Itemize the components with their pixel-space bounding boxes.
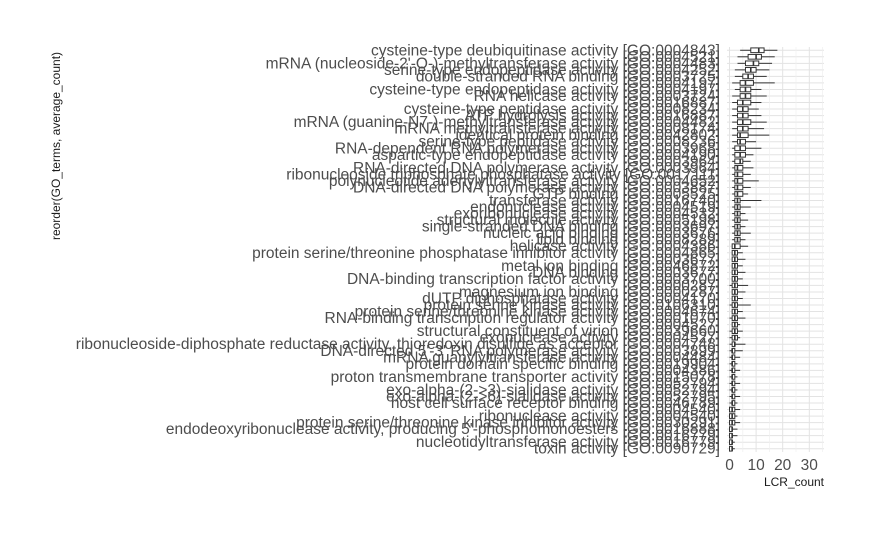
- box-plot-item: [731, 289, 746, 295]
- y-axis-title: reorder(GO_terms, average_count): [49, 52, 63, 240]
- box-iqr: [734, 191, 744, 197]
- box-plot-item: [732, 191, 749, 197]
- lcr-count-boxplot: cysteine-type deubiquitinase activity [G…: [49, 42, 825, 489]
- x-axis-tick-label: 20: [774, 457, 792, 474]
- box-plot-item: [729, 393, 741, 400]
- box-plot-item: [732, 204, 751, 210]
- box-iqr: [731, 243, 741, 250]
- box-plot-item: [731, 262, 743, 269]
- box-plot-item: [731, 256, 746, 263]
- box-iqr: [734, 184, 744, 191]
- box-iqr: [736, 138, 746, 145]
- box-plot-item: [729, 282, 749, 289]
- y-axis-tick-label: toxin activity [GO:0090729]: [534, 441, 720, 458]
- box-plot-item: [740, 47, 778, 54]
- box-plot-item: [732, 184, 751, 191]
- box-plot-item: [732, 223, 746, 230]
- box-plot-item: [732, 145, 762, 152]
- box-plot-item: [732, 171, 751, 178]
- box-plot-item: [729, 400, 738, 406]
- box-plot-item: [734, 67, 770, 73]
- box-plot-item: [729, 347, 743, 354]
- box-plot-item: [731, 308, 743, 315]
- box-iqr: [736, 99, 752, 106]
- box-iqr: [734, 171, 744, 178]
- box-plot-item: [731, 243, 749, 250]
- box-plot-item: [732, 217, 749, 223]
- box-iqr: [734, 164, 744, 171]
- x-axis-tick-labels: 0 10 20 30: [725, 457, 818, 474]
- box-plot-item: [731, 269, 746, 276]
- box-plot-item: [732, 106, 759, 112]
- box-iqr: [736, 132, 749, 139]
- box-plot-item: [731, 321, 741, 328]
- box-plot-item: [729, 426, 738, 432]
- box-plot-item: [732, 178, 759, 184]
- box-plot-item: [731, 249, 743, 256]
- box-plot-item: [732, 197, 762, 204]
- box-plot-item: [732, 119, 767, 125]
- box-iqr: [734, 178, 744, 184]
- box-plot-item: [729, 439, 735, 446]
- box-plot-item: [732, 99, 762, 106]
- box-plot-item: [732, 112, 762, 119]
- box-plot-item: [731, 295, 743, 302]
- box-iqr: [734, 158, 744, 165]
- boxplot-series: [729, 47, 778, 452]
- box-plot-item: [729, 413, 738, 419]
- box-plot-item: [732, 125, 765, 132]
- box-iqr: [744, 60, 760, 67]
- box-plot-item: [729, 387, 738, 393]
- box-plot-item: [732, 80, 775, 86]
- box-plot-item: [732, 158, 751, 165]
- box-plot-item: [729, 432, 738, 439]
- box-iqr: [739, 80, 754, 86]
- box-plot-item: [734, 73, 767, 80]
- box-plot-item: [729, 374, 738, 380]
- x-axis-tick-label: 0: [725, 457, 734, 474]
- box-plot-item: [731, 276, 743, 282]
- box-plot-item: [732, 93, 767, 99]
- box-plot-item: [732, 151, 754, 158]
- box-plot-item: [732, 236, 746, 243]
- box-plot-item: [732, 132, 770, 139]
- box-plot-item: [729, 334, 741, 341]
- box-plot-item: [729, 360, 738, 367]
- box-plot-item: [729, 328, 743, 335]
- box-iqr: [736, 119, 752, 125]
- x-axis-title: LCR_count: [764, 475, 825, 489]
- box-plot-item: [729, 445, 735, 452]
- box-iqr: [747, 53, 762, 60]
- box-iqr: [750, 47, 765, 54]
- box-plot-item: [729, 367, 741, 374]
- x-axis-tick-label: 30: [801, 457, 819, 474]
- box-plot-item: [732, 210, 746, 217]
- x-axis-tick-label: 10: [747, 457, 765, 474]
- box-plot-item: [732, 230, 751, 237]
- box-plot-item: [729, 354, 741, 361]
- y-axis-tick-labels: cysteine-type deubiquitinase activity [G…: [76, 42, 720, 457]
- box-plot-item: [729, 302, 751, 308]
- box-plot-item: [732, 138, 757, 145]
- box-plot-item: [734, 86, 762, 93]
- box-plot-item: [729, 419, 741, 426]
- box-plot-item: [729, 406, 741, 413]
- box-plot-item: [732, 164, 754, 171]
- box-plot-item: [729, 380, 741, 387]
